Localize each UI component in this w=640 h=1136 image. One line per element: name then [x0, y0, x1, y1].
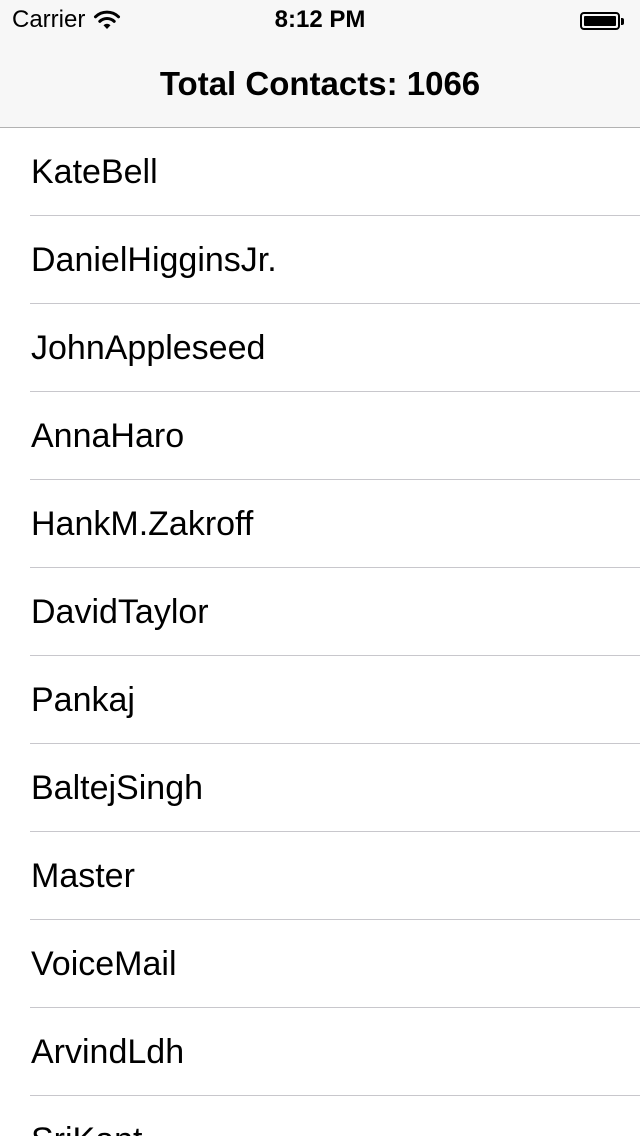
contact-row[interactable]: AnnaHaro [0, 392, 640, 480]
page-title: Total Contacts: 1066 [159, 65, 481, 102]
contact-name: VoiceMail [31, 945, 177, 983]
contact-row[interactable]: Pankaj [0, 656, 640, 744]
contact-name: HankM.Zakroff [31, 505, 254, 543]
contact-name: ArvindLdh [31, 1033, 185, 1071]
battery-icon [580, 11, 628, 31]
contact-name: DavidTaylor [31, 593, 209, 631]
battery-level-fill [584, 16, 616, 26]
contact-row[interactable]: DavidTaylor [0, 568, 640, 656]
battery-tip [621, 17, 624, 25]
contact-row[interactable]: BaltejSingh [0, 744, 640, 832]
contact-row[interactable]: VoiceMail [0, 920, 640, 1008]
contact-row[interactable]: ArvindLdh [0, 1008, 640, 1096]
contact-row[interactable]: Master [0, 832, 640, 920]
contact-name: AnnaHaro [31, 417, 185, 455]
contact-name: BaltejSingh [31, 769, 204, 807]
navigation-bar: Carrier 8:12 PM Total Contacts: 1066 [0, 0, 640, 128]
contact-name: JohnAppleseed [31, 329, 266, 367]
battery-body [580, 12, 620, 30]
status-bar: Carrier 8:12 PM [0, 0, 640, 40]
contact-row[interactable]: DanielHigginsJr. [0, 216, 640, 304]
contact-row[interactable]: HankM.Zakroff [0, 480, 640, 568]
contact-row[interactable]: JohnAppleseed [0, 304, 640, 392]
contact-row[interactable]: KateBell [0, 128, 640, 216]
status-time: 8:12 PM [274, 6, 366, 33]
contact-list[interactable]: KateBell DanielHigginsJr. JohnAppleseed Ann… [0, 128, 640, 1136]
contact-name: DanielHigginsJr. [31, 241, 277, 279]
contact-name: Pankaj [31, 681, 135, 719]
contact-name: KateBell [31, 153, 158, 191]
contact-name: SriKant [31, 1096, 143, 1136]
contact-row[interactable]: SriKant [0, 1096, 640, 1136]
contact-name: Master [31, 857, 135, 895]
